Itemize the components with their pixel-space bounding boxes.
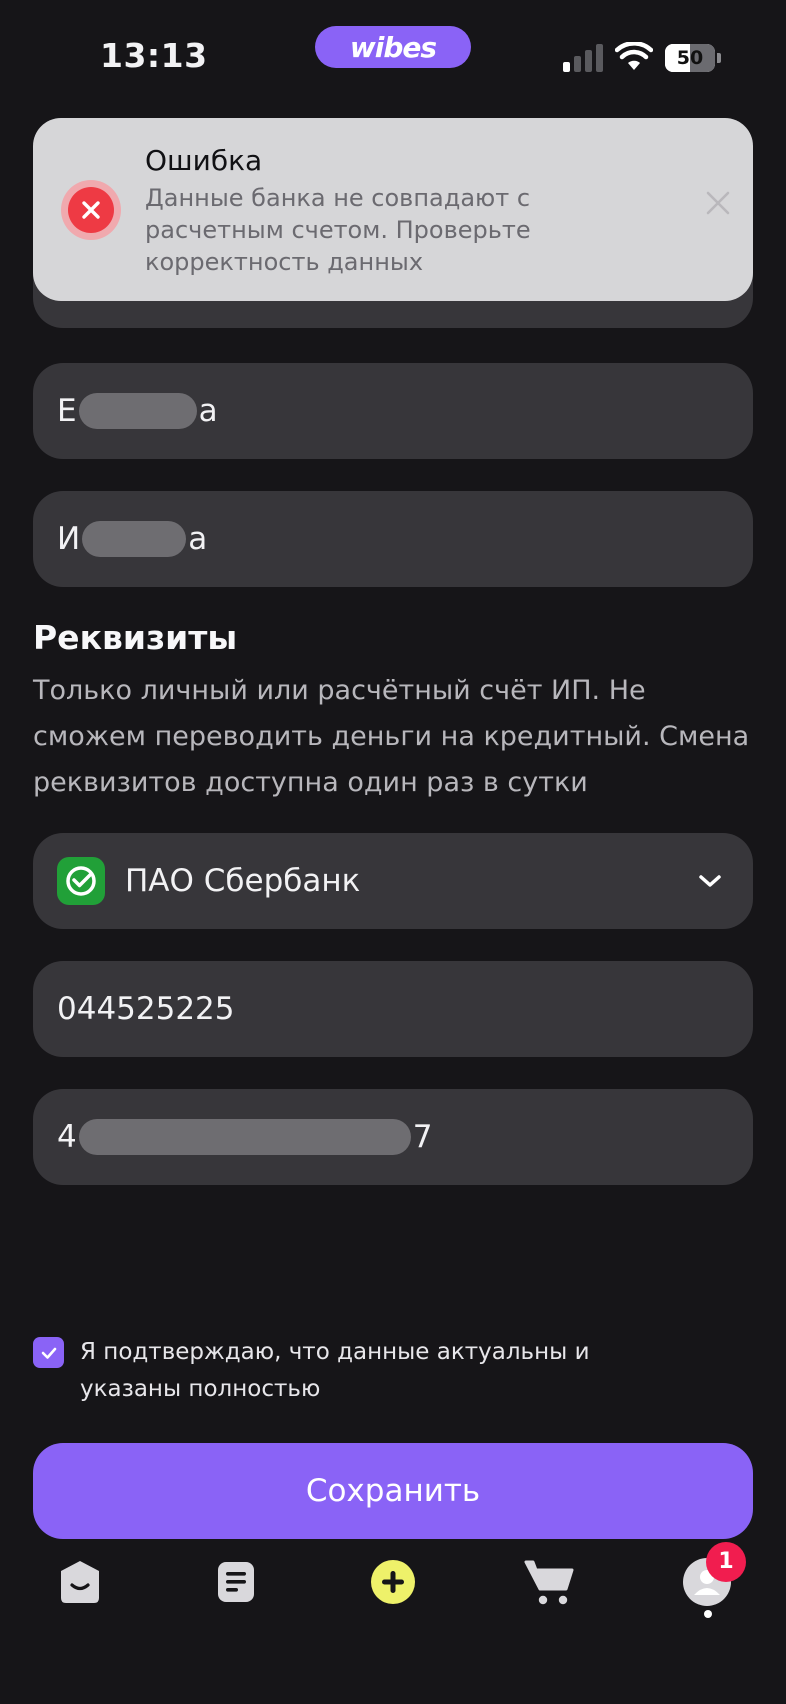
redacted-blur bbox=[78, 393, 197, 429]
surname-prefix: Е bbox=[57, 393, 77, 429]
signal-icon bbox=[563, 44, 603, 72]
status-bar: 13:13 wibes 50 bbox=[0, 0, 786, 100]
error-icon-core bbox=[68, 187, 114, 233]
first-name-field[interactable]: И а bbox=[33, 491, 753, 587]
tab-orders[interactable] bbox=[206, 1552, 266, 1612]
consent-checkbox[interactable] bbox=[33, 1337, 64, 1368]
close-icon[interactable] bbox=[699, 184, 737, 222]
battery-cap bbox=[717, 53, 721, 63]
active-tab-indicator bbox=[704, 1610, 712, 1618]
tab-cart[interactable] bbox=[520, 1552, 580, 1612]
profile-notification-badge: 1 bbox=[706, 1542, 746, 1582]
add-icon bbox=[371, 1560, 415, 1604]
app-pill-label: wibes bbox=[349, 30, 437, 64]
bik-field[interactable]: 044525225 bbox=[33, 961, 753, 1057]
toast-message: Данные банка не совпадают с расчетным сч… bbox=[145, 184, 531, 276]
app-pill: wibes bbox=[315, 26, 471, 68]
status-time: 13:13 bbox=[100, 36, 208, 75]
battery-icon: 50 bbox=[665, 44, 721, 72]
account-prefix: 4 bbox=[57, 1119, 77, 1155]
home-icon bbox=[61, 1561, 99, 1603]
sberbank-logo-icon bbox=[57, 857, 105, 905]
wifi-icon bbox=[615, 42, 653, 70]
save-button[interactable]: Сохранить bbox=[33, 1443, 753, 1539]
tab-add[interactable] bbox=[363, 1552, 423, 1612]
chevron-down-icon bbox=[699, 875, 721, 887]
error-toast[interactable]: Ошибка Данные банка не совпадают с расче… bbox=[33, 118, 753, 301]
account-number-field[interactable]: 4 7 bbox=[33, 1089, 753, 1185]
redacted-blur bbox=[78, 1119, 411, 1155]
account-suffix: 7 bbox=[412, 1119, 433, 1155]
orders-icon bbox=[218, 1562, 254, 1602]
bank-select[interactable]: ПАО Сбербанк bbox=[33, 833, 753, 929]
tab-home[interactable] bbox=[50, 1552, 110, 1612]
redacted-blur bbox=[82, 521, 187, 557]
toast-title: Ошибка bbox=[145, 144, 263, 177]
bank-name: ПАО Сбербанк bbox=[125, 863, 361, 899]
surname-field[interactable]: Е а bbox=[33, 363, 753, 459]
checkmark-icon bbox=[41, 1347, 56, 1359]
first-name-suffix: а bbox=[188, 521, 208, 557]
first-name-prefix: И bbox=[57, 521, 81, 557]
battery-level: 50 bbox=[676, 47, 704, 69]
error-icon bbox=[61, 180, 121, 240]
surname-suffix: а bbox=[198, 393, 218, 429]
payout-requisites-screen: 13:13 wibes 50 Е а И а Реквизиты Только … bbox=[0, 0, 786, 1704]
bik-value: 044525225 bbox=[57, 991, 235, 1027]
requisites-description: Только личный или расчётный счёт ИП. Не … bbox=[33, 675, 750, 798]
consent-label: Я подтверждаю, что данные актуальны и ук… bbox=[80, 1339, 590, 1402]
requisites-title: Реквизиты bbox=[33, 618, 238, 657]
cart-icon bbox=[524, 1560, 574, 1605]
